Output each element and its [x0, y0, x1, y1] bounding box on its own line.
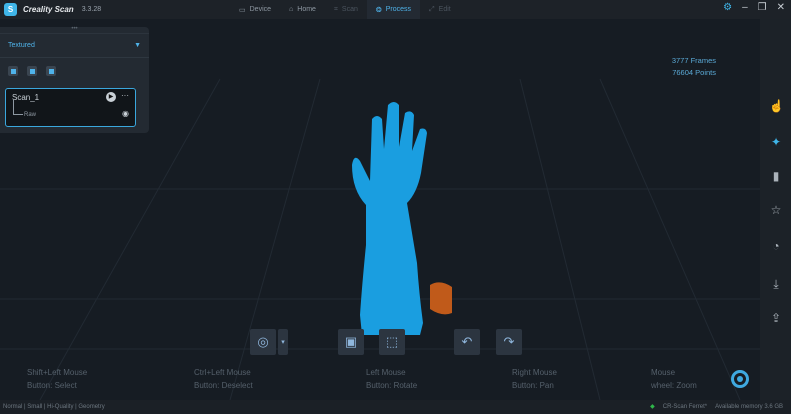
- available-memory: Available memory 3.6 GB: [715, 403, 783, 410]
- delete-button[interactable]: [46, 66, 56, 76]
- tab-device[interactable]: ▭ Device: [230, 0, 280, 19]
- hint-line: Button: Pan: [512, 381, 554, 390]
- export-icon[interactable]: ⇪: [769, 311, 783, 325]
- chevron-down-icon: ▼: [134, 42, 141, 49]
- hint-line: wheel: Zoom: [651, 381, 697, 390]
- hint-zoom: Mouse wheel: Zoom: [651, 366, 697, 392]
- redo-icon: ↷: [503, 334, 515, 349]
- maximize-icon[interactable]: ❐: [758, 2, 767, 13]
- chevron-down-icon: ▾: [281, 339, 285, 346]
- hint-line: Left Mouse: [366, 368, 406, 377]
- invert-icon: ▣: [344, 334, 358, 349]
- points-count: 76604 Points: [672, 68, 716, 77]
- lasso-select-button[interactable]: ◎: [250, 329, 276, 355]
- app-name: Creality Scan: [23, 5, 74, 14]
- invert-selection-button[interactable]: ▣: [338, 329, 364, 355]
- hand-model: [352, 102, 452, 335]
- right-toolbar: ☝ ✦ ▮ ☆ ◔ ⤓ ⇪: [760, 19, 791, 400]
- eye-icon[interactable]: ◉: [122, 109, 129, 118]
- tab-label: Home: [297, 6, 316, 13]
- magic-wand-icon[interactable]: ✦: [769, 135, 783, 149]
- hint-line: Shift+Left Mouse: [27, 368, 88, 377]
- scan-name: Scan_1: [12, 93, 40, 102]
- app-logo-icon: S: [4, 3, 17, 16]
- recenter-target-icon[interactable]: [731, 370, 749, 388]
- hint-pan: Right Mouse Button: Pan: [512, 366, 557, 392]
- gauge-icon[interactable]: ◔: [769, 239, 783, 253]
- scan-item[interactable]: Scan_1 ▶ ··· Raw ◉: [5, 88, 136, 127]
- title-bar: S Creality Scan 3.3.28 ▭ Device ⌂ Home ⌗ Sc…: [0, 0, 791, 19]
- tab-scan[interactable]: ⌗ Scan: [325, 0, 367, 19]
- hint-rotate: Left Mouse Button: Rotate: [366, 366, 417, 392]
- play-icon[interactable]: ▶: [106, 92, 116, 102]
- select-mode-dropdown[interactable]: ▾: [278, 329, 288, 355]
- raw-item[interactable]: Raw: [24, 112, 36, 118]
- tab-label: Process: [385, 6, 412, 13]
- hint-line: Button: Rotate: [366, 381, 418, 390]
- redo-button[interactable]: ↷: [496, 329, 522, 355]
- device-icon: ▭: [239, 6, 246, 14]
- home-icon: ⌂: [289, 6, 294, 13]
- tab-home[interactable]: ⌂ Home: [280, 0, 325, 19]
- tab-label: Edit: [438, 6, 451, 13]
- process-icon: ❂: [375, 6, 382, 14]
- tab-label: Device: [249, 6, 272, 13]
- lock-icon: ⬚: [385, 334, 399, 349]
- download-icon[interactable]: ⤓: [769, 277, 783, 291]
- tree-line: [13, 100, 23, 115]
- device-connected-icon: ◆: [650, 404, 655, 410]
- lock-selection-button[interactable]: ⬚: [379, 329, 405, 355]
- book-icon[interactable]: ▮: [769, 169, 783, 183]
- scan-icon: ⌗: [333, 5, 338, 13]
- undo-button[interactable]: ↶: [454, 329, 480, 355]
- hint-line: Mouse: [651, 368, 676, 377]
- panel-drag-handle[interactable]: •••: [0, 26, 149, 34]
- hint-line: Ctrl+Left Mouse: [194, 368, 251, 377]
- scan-panel: ••• Textured ▼ Scan_1 ▶ ··· Raw ◉: [0, 26, 149, 133]
- status-bar: Normal | Small | Hi-Quality | Geometry ◆…: [0, 400, 791, 414]
- status-mode: Normal | Small | Hi-Quality | Geometry: [3, 404, 105, 410]
- scan-stats: 3777 Frames 76604 Points: [672, 55, 716, 79]
- tab-edit[interactable]: ⤢ Edit: [420, 0, 460, 19]
- more-icon[interactable]: ···: [121, 91, 129, 100]
- hand-pointer-icon[interactable]: ☝: [769, 99, 784, 113]
- tab-process[interactable]: ❂ Process: [366, 0, 421, 19]
- frames-count: 3777 Frames: [671, 56, 716, 65]
- star-icon[interactable]: ☆: [769, 203, 783, 217]
- device-name: CR-Scan Ferret*: [662, 403, 708, 410]
- hint-line: Button: Select: [27, 381, 77, 390]
- settings-icon[interactable]: ⚙: [723, 2, 732, 13]
- render-mode-dropdown[interactable]: Textured ▼: [0, 34, 149, 58]
- undo-icon: ↶: [461, 334, 473, 349]
- close-icon[interactable]: ✕: [777, 2, 785, 13]
- edit-icon: ⤢: [429, 5, 435, 13]
- dropdown-value: Textured: [8, 42, 35, 49]
- hint-line: Button: Deselect: [194, 381, 253, 390]
- app-version: 3.3.28: [81, 6, 102, 13]
- lasso-icon: ◎: [257, 334, 269, 349]
- hint-line: Right Mouse: [512, 368, 557, 377]
- folder-button[interactable]: [27, 66, 37, 76]
- minimize-icon[interactable]: –: [742, 2, 748, 13]
- tab-label: Scan: [341, 6, 358, 13]
- select-all-button[interactable]: [8, 66, 18, 76]
- hint-select: Shift+Left Mouse Button: Select: [27, 366, 87, 392]
- hint-deselect: Ctrl+Left Mouse Button: Deselect: [194, 366, 253, 392]
